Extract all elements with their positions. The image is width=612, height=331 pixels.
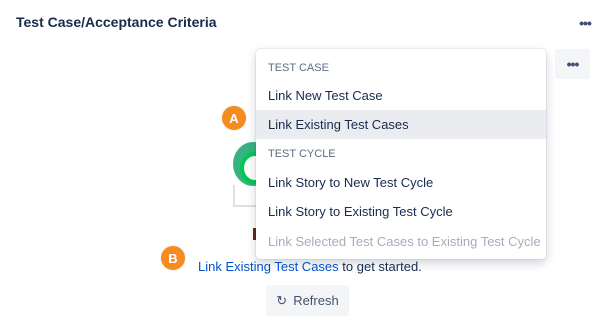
menu-item-link-story-existing-test-cycle[interactable]: Link Story to Existing Test Cycle xyxy=(256,197,546,226)
more-actions-button[interactable]: ••• xyxy=(555,49,590,79)
menu-item-link-story-new-test-cycle[interactable]: Link Story to New Test Cycle xyxy=(256,168,546,197)
menu-item-link-selected-test-cases: Link Selected Test Cases to Existing Tes… xyxy=(268,234,541,249)
refresh-label: Refresh xyxy=(293,293,339,308)
panel-title: Test Case/Acceptance Criteria xyxy=(16,14,217,30)
menu-item-link-existing-test-cases[interactable]: Link Existing Test Cases xyxy=(256,110,546,139)
illustration-line xyxy=(233,185,235,207)
empty-state-message: Link Existing Test Cases to get started. xyxy=(198,259,422,274)
annotation-badge-a: A xyxy=(222,106,246,130)
menu-item-link-new-test-case[interactable]: Link New Test Case xyxy=(256,81,546,110)
empty-state-suffix: to get started. xyxy=(342,259,422,274)
refresh-button[interactable]: ↻ Refresh xyxy=(266,285,349,316)
annotation-badge-b: B xyxy=(161,246,185,270)
refresh-icon: ↻ xyxy=(276,292,288,308)
panel-more-icon[interactable]: ••• xyxy=(574,14,596,32)
link-existing-test-cases-link[interactable]: Link Existing Test Cases xyxy=(198,259,339,274)
menu-group-heading-test-cycle: TEST CYCLE xyxy=(268,148,336,160)
menu-group-heading-test-case: TEST CASE xyxy=(268,62,329,74)
actions-dropdown-menu: TEST CASE Link New Test Case Link Existi… xyxy=(256,49,546,259)
